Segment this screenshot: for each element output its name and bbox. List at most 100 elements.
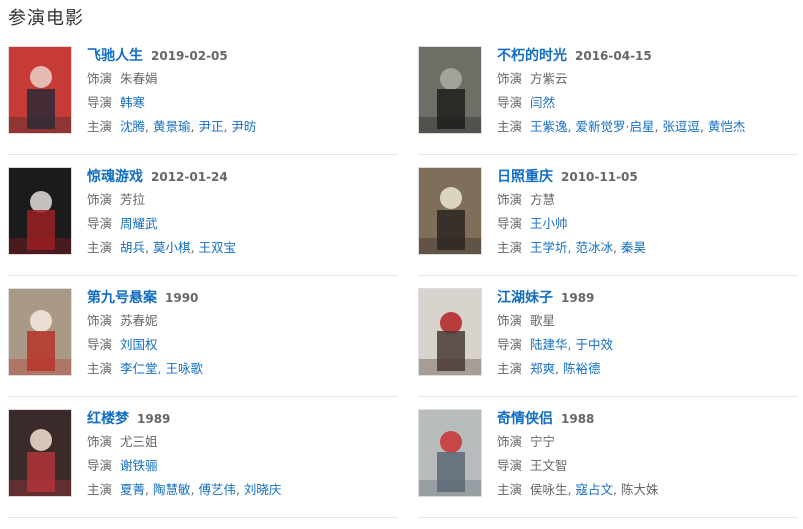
movie-title-link[interactable]: 日照重庆	[497, 169, 553, 185]
movie-poster[interactable]	[8, 167, 72, 255]
cast-label: 主演	[87, 361, 113, 376]
director-link[interactable]: 闫然	[530, 95, 555, 110]
movie-poster[interactable]	[8, 288, 72, 376]
cast-link[interactable]: 尹昉	[231, 119, 256, 134]
movie-poster[interactable]	[418, 46, 482, 134]
cast-link[interactable]: 王咏歌	[165, 361, 203, 376]
director-link[interactable]: 于中效	[575, 337, 613, 352]
cast-label: 主演	[497, 482, 523, 497]
cast-link[interactable]: 陶慧敏	[153, 482, 191, 497]
role-value: 尤三姐	[120, 434, 158, 449]
cast-label: 主演	[87, 119, 113, 134]
movie-card[interactable]: 江湖妹子 1989 饰演 歌星 导演 陆建华, 于中效 主演 郑爽, 陈裕德	[418, 288, 803, 408]
cast-link[interactable]: 胡兵	[120, 240, 145, 255]
role-row: 饰演 方慧	[497, 188, 797, 211]
cast-link[interactable]: 黄景瑜	[153, 119, 191, 134]
cast-link[interactable]: 王双宝	[198, 240, 236, 255]
movie-title-link[interactable]: 红楼梦	[87, 411, 129, 427]
cast-link[interactable]: 黄恺杰	[708, 119, 746, 134]
movie-card[interactable]: 飞驰人生 2019-02-05 饰演 朱春娟 导演 韩寒 主演 沈腾, 黄景瑜, 尹正, 尹昉	[8, 46, 398, 166]
director-label: 导演	[87, 458, 113, 473]
director-link[interactable]: 周耀武	[120, 216, 158, 231]
director-link[interactable]: 刘国权	[120, 337, 158, 352]
cast-link[interactable]: 张逗逗	[662, 119, 700, 134]
separator: ,	[613, 240, 621, 255]
row-divider	[8, 517, 398, 518]
cast-link[interactable]: 郑爽	[530, 361, 555, 376]
poster-image	[419, 289, 481, 375]
role-label: 饰演	[87, 313, 113, 328]
movie-card[interactable]: 日照重庆 2010-11-05 饰演 方慧 导演 王小帅 主演 王学圻, 范冰冰, 秦昊	[418, 167, 803, 287]
director-label: 导演	[87, 216, 113, 231]
release-date: 2012-01-24	[151, 170, 228, 184]
separator: ,	[145, 240, 153, 255]
movie-poster[interactable]	[418, 288, 482, 376]
cast-label: 主演	[87, 240, 113, 255]
cast-link[interactable]: 刘晓庆	[244, 482, 282, 497]
movie-card[interactable]: 惊魂游戏 2012-01-24 饰演 芳拉 导演 周耀武 主演 胡兵, 莫小棋, 王双宝	[8, 167, 398, 287]
release-date: 2010-11-05	[561, 170, 638, 184]
movie-info: 惊魂游戏 2012-01-24 饰演 芳拉 导演 周耀武 主演 胡兵, 莫小棋, 王双宝	[87, 167, 387, 259]
role-label: 饰演	[497, 71, 523, 86]
cast-link: 陈大姝	[620, 482, 659, 497]
title-line: 不朽的时光 2016-04-15	[497, 46, 797, 66]
release-date: 1989	[137, 412, 171, 426]
director-link[interactable]: 陆建华	[530, 337, 568, 352]
cast-link[interactable]: 秦昊	[621, 240, 646, 255]
movie-title-link[interactable]: 不朽的时光	[497, 48, 567, 64]
director-row: 导演 谢铁骊	[87, 454, 387, 477]
movie-info: 江湖妹子 1989 饰演 歌星 导演 陆建华, 于中效 主演 郑爽, 陈裕德	[497, 288, 797, 380]
cast-link[interactable]: 沈腾	[120, 119, 145, 134]
role-value: 朱春娟	[120, 71, 158, 86]
movie-title-link[interactable]: 第九号悬案	[87, 290, 157, 306]
movie-poster[interactable]	[8, 409, 72, 497]
movie-card[interactable]: 不朽的时光 2016-04-15 饰演 方紫云 导演 闫然 主演 王紫逸, 爱新觉罗·启星, …	[418, 46, 803, 166]
role-value: 方紫云	[530, 71, 568, 86]
cast-link[interactable]: 傅艺伟	[198, 482, 236, 497]
release-date: 2016-04-15	[575, 49, 652, 63]
cast-row: 主演 李仁堂, 王咏歌	[87, 357, 387, 380]
director-row: 导演 韩寒	[87, 91, 387, 114]
movie-title-link[interactable]: 江湖妹子	[497, 290, 553, 306]
movie-title-link[interactable]: 奇情侠侣	[497, 411, 553, 427]
role-label: 饰演	[497, 434, 523, 449]
director-label: 导演	[497, 216, 523, 231]
movie-title-link[interactable]: 惊魂游戏	[87, 169, 143, 185]
cast-link[interactable]: 王紫逸	[530, 119, 568, 134]
role-value: 歌星	[530, 313, 556, 328]
release-date: 2019-02-05	[151, 49, 228, 63]
cast-label: 主演	[497, 119, 523, 134]
title-line: 惊魂游戏 2012-01-24	[87, 167, 387, 187]
cast-link[interactable]: 莫小棋	[153, 240, 191, 255]
cast-link[interactable]: 爱新觉罗·启星	[575, 119, 654, 134]
separator: ,	[555, 361, 563, 376]
movie-card[interactable]: 红楼梦 1989 饰演 尤三姐 导演 谢铁骊 主演 夏菁, 陶慧敏, 傅艺伟, 刘晓庆	[8, 409, 398, 529]
cast-link[interactable]: 寇占文	[575, 482, 613, 497]
director-link[interactable]: 谢铁骊	[120, 458, 158, 473]
movie-card[interactable]: 第九号悬案 1990 饰演 苏春妮 导演 刘国权 主演 李仁堂, 王咏歌	[8, 288, 398, 408]
movie-grid: 飞驰人生 2019-02-05 饰演 朱春娟 导演 韩寒 主演 沈腾, 黄景瑜, 尹正, 尹昉…	[0, 0, 803, 520]
cast-link[interactable]: 尹正	[198, 119, 223, 134]
poster-image	[419, 47, 481, 133]
cast-link[interactable]: 陈裕德	[563, 361, 601, 376]
cast-link[interactable]: 范冰冰	[575, 240, 613, 255]
movie-poster[interactable]	[8, 46, 72, 134]
poster-image	[419, 410, 481, 496]
movie-title-link[interactable]: 飞驰人生	[87, 48, 143, 64]
movie-info: 红楼梦 1989 饰演 尤三姐 导演 谢铁骊 主演 夏菁, 陶慧敏, 傅艺伟, 刘晓庆	[87, 409, 387, 501]
row-divider	[418, 396, 798, 397]
cast-link[interactable]: 李仁堂	[120, 361, 158, 376]
cast-label: 主演	[87, 482, 113, 497]
director-link[interactable]: 王小帅	[530, 216, 568, 231]
movie-poster[interactable]	[418, 409, 482, 497]
role-label: 饰演	[87, 71, 113, 86]
director-link[interactable]: 韩寒	[120, 95, 145, 110]
movie-poster[interactable]	[418, 167, 482, 255]
title-line: 第九号悬案 1990	[87, 288, 387, 308]
cast-link[interactable]: 夏菁	[120, 482, 145, 497]
director-link: 王文智	[530, 458, 568, 473]
director-row: 导演 周耀武	[87, 212, 387, 235]
movie-card[interactable]: 奇情侠侣 1988 饰演 宁宁 导演 王文智 主演 侯咏生, 寇占文, 陈大姝	[418, 409, 803, 529]
cast-link[interactable]: 王学圻	[530, 240, 568, 255]
row-divider	[8, 154, 398, 155]
